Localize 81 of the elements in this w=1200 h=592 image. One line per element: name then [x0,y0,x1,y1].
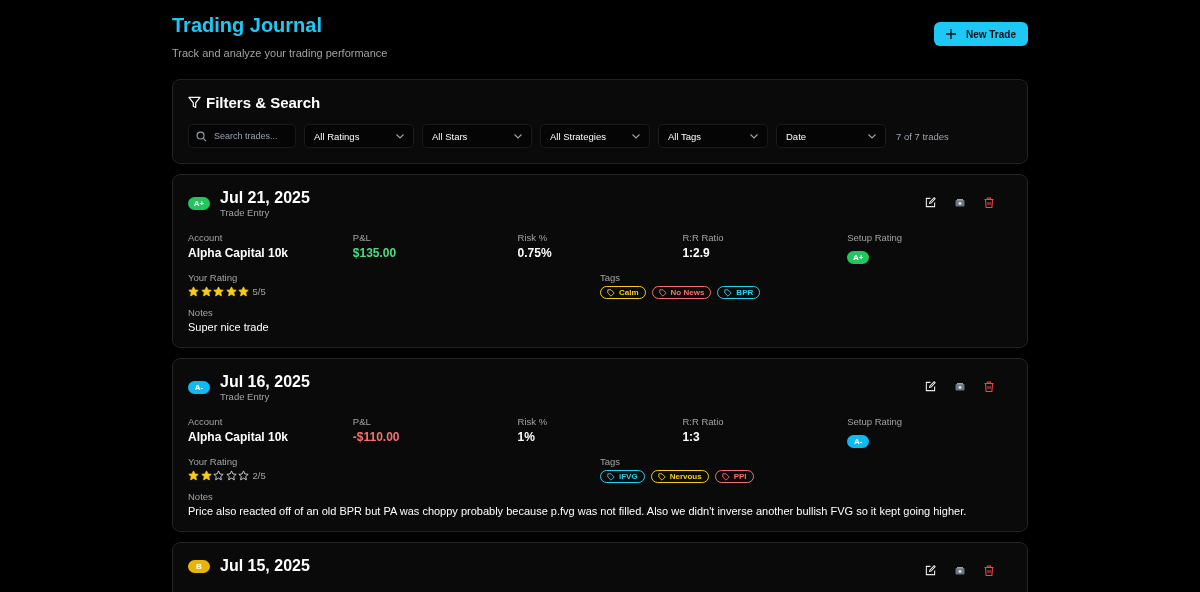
risk-value: 1% [517,430,536,444]
trade-notes: Super nice trade [188,321,270,333]
field-label: P&L [352,416,372,427]
field-label: Risk % [517,232,549,243]
image-icon[interactable] [955,566,965,575]
chevron-down-icon [868,133,876,139]
field-label: Tags [600,272,622,283]
field-label: Account [188,232,224,243]
trade-date: Jul 15, 2025 [220,557,310,575]
edit-icon[interactable] [925,565,936,576]
star-icon [200,286,212,297]
tag-icon [657,472,666,481]
filter-dropdown[interactable]: All Ratings [304,124,414,148]
tag-icon [607,472,615,481]
page-subtitle: Track and analyze your trading performance [172,47,388,59]
setup-rating-badge: A+ [847,251,870,264]
plus-icon [945,29,956,39]
delete-icon[interactable] [984,197,994,208]
field-label: Your Rating [188,456,239,467]
account-value: Alpha Capital 10k [188,430,290,444]
delete-icon[interactable] [984,565,994,576]
rating-badge: B [188,559,210,573]
filter-icon [188,96,201,109]
filter-dropdown[interactable]: Date [776,124,886,148]
tag-icon [607,288,615,297]
search-field[interactable]: Search trades... [188,124,296,148]
field-label: Tags [600,456,622,467]
rating-badge: A+ [188,197,210,210]
chevron-down-icon [750,133,758,139]
trade-date: Jul 21, 2025 [220,189,310,207]
chevron-down-icon [514,133,522,139]
filter-dropdown[interactable]: All Tags [658,124,768,148]
tag-icon [721,472,730,481]
field-label: Setup Rating [847,416,904,427]
star-icon [213,470,224,481]
star-icon [238,470,249,481]
field-label: R:R Ratio [682,416,725,427]
edit-icon[interactable] [925,381,936,392]
chevron-down-icon [632,133,640,139]
star-icon [200,470,212,481]
page-title: Trading Journal [172,13,324,38]
trade-notes: Price also reacted off of an old BPR but PA was choppy probably because p.fvg was not filled. Also we didn't inverse another bullish FVG so it kept going higher. [188,505,968,517]
star-icon [188,470,199,481]
stars-text: 2/5 [252,470,266,481]
trade-subtitle: Trade Entry [220,207,271,218]
stars-text: 5/5 [252,286,266,297]
field-label: Notes [188,307,214,318]
image-icon[interactable] [955,382,965,391]
rr-ratio-value: 1:3 [682,430,701,444]
filter-dropdown[interactable]: All Strategies [540,124,650,148]
pnl-value: -$110.00 [352,430,401,444]
risk-value: 0.75% [517,246,553,260]
field-label: Setup Rating [847,232,904,243]
trade-count: 7 of 7 trades [896,130,949,142]
star-icon [213,286,224,297]
rating-badge: A- [188,381,210,394]
edit-icon[interactable] [925,197,936,208]
filter-dropdown[interactable]: All Stars [422,124,532,148]
field-label: R:R Ratio [682,232,725,243]
star-icon [225,470,237,481]
field-label: Notes [188,491,214,502]
tag-icon [658,288,667,297]
field-label: Risk % [517,416,549,427]
account-value: Alpha Capital 10k [188,246,290,260]
tag-icon [724,288,733,297]
image-icon[interactable] [955,198,965,207]
rr-ratio-value: 1:2.9 [682,246,711,260]
new-trade-button[interactable]: New Trade [933,22,1028,46]
star-icon [188,286,199,297]
star-icon [238,286,249,297]
pnl-value: $135.00 [352,246,398,260]
trade-subtitle: Trade Entry [220,391,271,402]
field-label: P&L [352,232,372,243]
chevron-down-icon [396,133,404,139]
trade-date: Jul 16, 2025 [220,373,310,391]
filters-title: Filters & Search [206,94,321,111]
field-label: Account [188,416,224,427]
star-icon [225,286,237,297]
delete-icon[interactable] [984,381,994,392]
setup-rating-badge: A- [847,435,870,448]
field-label: Your Rating [188,272,239,283]
